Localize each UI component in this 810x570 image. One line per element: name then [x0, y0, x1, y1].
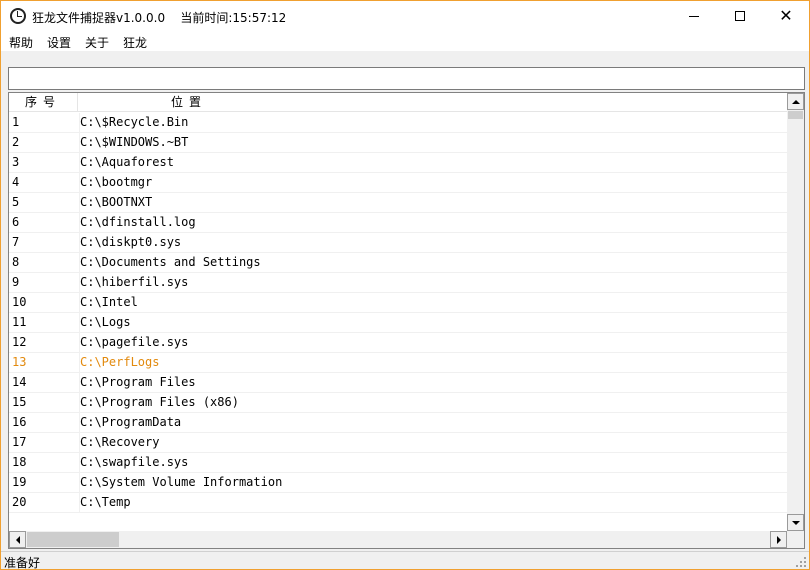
- row-location: C:\Intel: [79, 293, 138, 312]
- scroll-up-button[interactable]: [787, 93, 804, 110]
- status-bar: 准备好: [1, 551, 809, 570]
- scroll-left-button[interactable]: [9, 531, 26, 548]
- row-index: 9: [12, 275, 20, 289]
- row-location: C:\Program Files: [79, 373, 196, 392]
- arrow-right-icon: [776, 535, 781, 544]
- row-index: 18: [12, 455, 27, 469]
- minimize-button[interactable]: [671, 1, 717, 31]
- arrow-down-icon: [791, 520, 800, 525]
- vertical-scrollbar[interactable]: [787, 93, 804, 531]
- table-row[interactable]: 6 C:\dfinstall.log: [9, 213, 787, 233]
- table-row[interactable]: 8 C:\Documents and Settings: [9, 253, 787, 273]
- row-location: C:\diskpt0.sys: [79, 233, 181, 252]
- column-header-index[interactable]: 序号: [9, 93, 78, 112]
- maximize-button[interactable]: [717, 1, 763, 31]
- row-location: C:\BOOTNXT: [79, 193, 152, 212]
- table-row[interactable]: 19 C:\System Volume Information: [9, 473, 787, 493]
- table-row[interactable]: 10 C:\Intel: [9, 293, 787, 313]
- row-location: C:\Aquaforest: [79, 153, 174, 172]
- horizontal-scroll-thumb[interactable]: [27, 532, 119, 547]
- row-location: C:\Program Files (x86): [79, 393, 239, 412]
- minimize-icon: [689, 15, 699, 17]
- row-index: 6: [12, 215, 20, 229]
- row-location: C:\Documents and Settings: [79, 253, 261, 272]
- row-location: C:\Temp: [79, 493, 131, 512]
- close-button[interactable]: ✕: [763, 1, 809, 31]
- list-rows: 1 C:\$Recycle.Bin 2 C:\$WINDOWS.~BT 3 C:\Aqua…: [9, 113, 787, 513]
- resize-grip-icon[interactable]: [795, 556, 807, 568]
- horizontal-scrollbar[interactable]: [9, 531, 787, 548]
- row-location: C:\ProgramData: [79, 413, 181, 432]
- table-row[interactable]: 14 C:\Program Files: [9, 373, 787, 393]
- maximize-icon: [735, 11, 745, 21]
- row-location: C:\System Volume Information: [79, 473, 282, 492]
- path-input[interactable]: [8, 67, 805, 90]
- row-location: C:\$WINDOWS.~BT: [79, 133, 188, 152]
- list-header: 序号 位置: [9, 93, 787, 112]
- table-row[interactable]: 15 C:\Program Files (x86): [9, 393, 787, 413]
- table-row[interactable]: 17 C:\Recovery: [9, 433, 787, 453]
- row-location: C:\swapfile.sys: [79, 453, 188, 472]
- file-list[interactable]: 序号 位置 1 C:\$Recycle.Bin 2 C:\$WINDOWS.~BT 3 C…: [8, 92, 805, 549]
- row-index: 12: [12, 335, 27, 349]
- arrow-left-icon: [15, 535, 20, 544]
- table-row[interactable]: 11 C:\Logs: [9, 313, 787, 333]
- row-location: C:\PerfLogs: [79, 353, 159, 372]
- row-index: 11: [12, 315, 27, 329]
- row-location: C:\hiberfil.sys: [79, 273, 188, 292]
- table-row[interactable]: 7 C:\diskpt0.sys: [9, 233, 787, 253]
- menu-help[interactable]: 帮助: [9, 34, 33, 51]
- clock-icon: [10, 8, 26, 24]
- table-row[interactable]: 3 C:\Aquaforest: [9, 153, 787, 173]
- column-header-location[interactable]: 位置: [79, 93, 299, 112]
- row-location: C:\Recovery: [79, 433, 159, 452]
- row-index: 3: [12, 155, 20, 169]
- row-location: C:\pagefile.sys: [79, 333, 188, 352]
- row-location: C:\dfinstall.log: [79, 213, 196, 232]
- row-index: 4: [12, 175, 20, 189]
- status-text: 准备好: [4, 556, 41, 570]
- row-index: 13: [12, 355, 27, 369]
- window-title: 狂龙文件捕捉器v1.0.0.0 当前时间:15:57:12: [32, 11, 287, 25]
- menu-bar: 帮助 设置 关于 狂龙: [1, 31, 809, 51]
- app-window: 狂龙文件捕捉器v1.0.0.0 当前时间:15:57:12 ✕ 帮助 设置 关于…: [0, 0, 810, 570]
- scrollbar-corner: [787, 531, 804, 548]
- close-icon: ✕: [779, 6, 793, 25]
- row-location: C:\bootmgr: [79, 173, 152, 192]
- table-row[interactable]: 5 C:\BOOTNXT: [9, 193, 787, 213]
- arrow-up-icon: [791, 99, 800, 104]
- table-row[interactable]: 2 C:\$WINDOWS.~BT: [9, 133, 787, 153]
- table-row[interactable]: 1 C:\$Recycle.Bin: [9, 113, 787, 133]
- table-row[interactable]: 13 C:\PerfLogs: [9, 353, 787, 373]
- row-index: 14: [12, 375, 27, 389]
- row-index: 16: [12, 415, 27, 429]
- title-bar[interactable]: 狂龙文件捕捉器v1.0.0.0 当前时间:15:57:12 ✕: [1, 1, 809, 31]
- row-index: 20: [12, 495, 27, 509]
- row-index: 8: [12, 255, 20, 269]
- row-location: C:\Logs: [79, 313, 131, 332]
- table-row[interactable]: 12 C:\pagefile.sys: [9, 333, 787, 353]
- menu-settings[interactable]: 设置: [47, 34, 71, 51]
- scroll-down-button[interactable]: [787, 514, 804, 531]
- row-index: 7: [12, 235, 20, 249]
- row-index: 2: [12, 135, 20, 149]
- row-index: 19: [12, 475, 27, 489]
- row-index: 10: [12, 295, 27, 309]
- menu-kuanglong[interactable]: 狂龙: [123, 34, 147, 51]
- row-index: 5: [12, 195, 20, 209]
- scroll-right-button[interactable]: [770, 531, 787, 548]
- vertical-scroll-thumb[interactable]: [788, 111, 803, 119]
- row-index: 17: [12, 435, 27, 449]
- row-index: 15: [12, 395, 27, 409]
- row-index: 1: [12, 115, 20, 129]
- table-row[interactable]: 9 C:\hiberfil.sys: [9, 273, 787, 293]
- table-row[interactable]: 20 C:\Temp: [9, 493, 787, 513]
- table-row[interactable]: 16 C:\ProgramData: [9, 413, 787, 433]
- table-row[interactable]: 4 C:\bootmgr: [9, 173, 787, 193]
- row-location: C:\$Recycle.Bin: [79, 113, 188, 132]
- menu-about[interactable]: 关于: [85, 34, 109, 51]
- table-row[interactable]: 18 C:\swapfile.sys: [9, 453, 787, 473]
